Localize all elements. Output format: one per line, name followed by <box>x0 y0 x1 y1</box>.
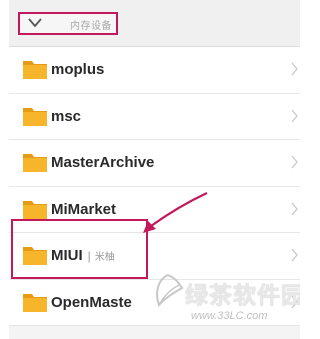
folder-row-moplus[interactable]: moplus <box>9 47 300 94</box>
file-manager-screen: 内存设备 moplus msc MasterArchive MiMarket M… <box>9 0 300 339</box>
leaf-logo-icon <box>156 273 184 307</box>
storage-breadcrumb[interactable]: 内存设备 <box>18 12 118 35</box>
folder-icon <box>23 293 47 312</box>
folder-icon <box>23 61 47 79</box>
chevron-down-icon <box>28 18 42 28</box>
chevron-right-icon <box>291 202 298 215</box>
folder-icon <box>23 200 47 219</box>
folder-icon <box>23 107 47 126</box>
folder-row-masterarchive[interactable]: MasterArchive <box>9 140 300 187</box>
chevron-right-icon <box>291 248 298 262</box>
folder-name: msc <box>51 107 82 125</box>
folder-name: MasterArchive <box>51 154 155 171</box>
chevron-right-icon <box>291 155 298 169</box>
folder-name: moplus <box>51 61 105 78</box>
breadcrumb-label: 内存设备 <box>70 21 112 32</box>
header-bar: 内存设备 <box>9 0 300 47</box>
chevron-right-icon <box>291 62 298 76</box>
folder-row-msc[interactable]: msc <box>9 93 300 140</box>
watermark-title: 绿茶软件园 <box>185 282 300 308</box>
miui-highlight-box <box>11 219 148 279</box>
chevron-right-icon <box>291 109 298 122</box>
pointer-arrow-icon <box>143 192 208 233</box>
folder-icon <box>23 154 47 172</box>
watermark-url: www.33LC.com <box>191 310 268 322</box>
watermark: 绿茶软件园 www.33LC.com <box>149 270 300 339</box>
folder-name: OpenMaste <box>51 293 132 311</box>
folder-name: MiMarket <box>51 200 117 218</box>
